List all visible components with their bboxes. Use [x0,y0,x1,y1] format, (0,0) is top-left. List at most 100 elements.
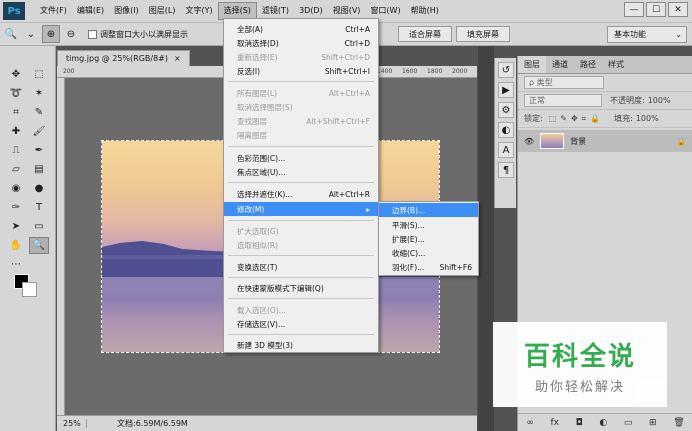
menu-edit[interactable]: 编辑(E) [72,2,109,20]
link-icon[interactable]: ∞ [526,418,534,428]
healing-brush-icon[interactable]: ✚ [6,123,26,140]
blend-mode-select[interactable]: 正常 [524,94,602,107]
menu-item-border[interactable]: 边界(B)... [379,203,478,217]
menu-item-all-layers[interactable]: 所有图层(L) Alt+Ctrl+A [224,86,378,100]
photoshop-window: Ps 文件(F) 编辑(E) 图像(I) 图层(L) 文字(Y) 选择(S) 滤… [0,0,692,431]
menu-item-find-layers[interactable]: 查找图层 Alt+Shift+Ctrl+F [224,114,378,128]
menu-type[interactable]: 文字(Y) [180,2,217,20]
zoom-in-icon[interactable]: ⊕ [42,25,60,43]
menu-item-grow[interactable]: 扩大选取(G) [224,224,378,238]
gradient-tool-icon[interactable]: ▤ [29,161,49,178]
menu-separator [228,146,374,147]
checkbox-box[interactable] [88,29,97,39]
resize-windows-checkbox[interactable]: 调整窗口大小以满屏显示 [88,29,188,40]
menu-item-load-selection[interactable]: 载入选区(O)... [224,303,378,317]
new-layer-icon[interactable]: ⊞ [649,418,657,428]
minimize-button[interactable]: — [624,2,644,17]
menu-item-select-all[interactable]: 全部(A) Ctrl+A [224,22,378,36]
zoom-tool-icon[interactable]: 🔍 [29,237,49,254]
hand-tool-icon[interactable]: ✋ [6,237,26,254]
menu-image[interactable]: 图像(I) [109,2,144,20]
crop-tool-icon[interactable]: ⌗ [6,104,26,121]
eyedropper-tool-icon[interactable]: ✎ [29,104,49,121]
paragraph-panel-icon[interactable]: ¶ [498,162,514,178]
fit-screen-button[interactable]: 适合屏幕 [398,26,452,42]
chevron-down-icon: ⌄ [675,30,682,39]
mask-icon[interactable]: ◘ [576,418,583,428]
fill-screen-button[interactable]: 填充屏幕 [456,26,510,42]
menu-item-color-range[interactable]: 色彩范围(C)... [224,151,378,165]
opacity-value[interactable]: 100% [648,96,671,105]
trash-icon[interactable]: 🗑 [673,418,684,428]
restore-button[interactable]: ☐ [646,2,666,17]
menu-item-deselect[interactable]: 取消选择(D) Ctrl+D [224,36,378,50]
close-button[interactable]: ✕ [668,2,688,17]
eraser-tool-icon[interactable]: ▱ [6,161,26,178]
menu-item-deselect-layers[interactable]: 取消选择图层(S) [224,100,378,114]
menu-item-contract[interactable]: 收缩(C)... [379,246,478,260]
zoom-level[interactable]: 25% [57,419,87,428]
menu-item-label: 羽化(F)... [392,262,425,272]
dropdown-arrow-icon[interactable]: ⌄ [22,25,40,43]
menu-layer[interactable]: 图层(L) [144,2,181,20]
tab-styles[interactable]: 样式 [602,56,630,73]
close-icon[interactable]: × [174,54,181,63]
menu-item-modify[interactable]: 修改(M) ▸ [224,202,378,216]
menu-item-new-3d-model[interactable]: 新建 3D 模型(3) [224,338,378,352]
modify-submenu: 边界(B)... 平滑(S)... 扩展(E)... 收缩(C)... 羽化(F… [378,201,479,276]
document-tab[interactable]: timg.jpg @ 25%(RGB/8#) × [57,50,190,66]
menu-item-label: 取消选择(D) [237,38,279,48]
menu-item-label: 扩展(E)... [392,234,425,244]
history-brush-icon[interactable]: ✒ [29,142,49,159]
tab-channels[interactable]: 通道 [546,56,574,73]
eye-icon[interactable]: 👁 [524,137,534,146]
background-color-swatch[interactable] [22,282,37,297]
marquee-tool-icon[interactable]: ⬚ [29,66,49,83]
blur-tool-icon[interactable]: ◉ [6,180,26,197]
path-select-icon[interactable]: ➤ [6,218,26,235]
menu-item-transform-selection[interactable]: 变换选区(T) [224,260,378,274]
menu-item-select-and-mask[interactable]: 选择并遮住(K)... Alt+Ctrl+R [224,187,378,201]
menu-item-save-selection[interactable]: 存储选区(V)... [224,317,378,331]
character-panel-icon[interactable]: A [498,142,514,158]
history-panel-icon[interactable]: ↺ [498,62,514,78]
menu-item-focus-area[interactable]: 焦点区域(U)... [224,165,378,179]
tab-layers[interactable]: 图层 [518,56,546,73]
fx-icon[interactable]: fx [550,418,559,428]
move-tool-icon[interactable]: ✥ [6,66,26,83]
type-tool-icon[interactable]: T [29,199,49,216]
group-icon[interactable]: ▭ [624,418,633,428]
menu-item-similar[interactable]: 选取相似(R) [224,238,378,252]
more-tools-icon[interactable]: ⋯ [6,256,26,273]
tab-paths[interactable]: 路径 [574,56,602,73]
menu-item-expand[interactable]: 扩展(E)... [379,232,478,246]
dodge-tool-icon[interactable]: ● [29,180,49,197]
menu-item-inverse[interactable]: 反选(I) Shift+Ctrl+I [224,64,378,78]
workspace-select[interactable]: 基本功能 ⌄ [607,26,687,43]
layer-row-background[interactable]: 👁 背景 🔒 [518,130,692,152]
adjustments-panel-icon[interactable]: ◐ [498,122,514,138]
zoom-out-icon[interactable]: ⊖ [62,25,80,43]
magic-wand-icon[interactable]: ✶ [29,85,49,102]
menu-help[interactable]: 帮助(H) [406,2,444,20]
menu-file[interactable]: 文件(F) [35,2,72,20]
menu-item-smooth[interactable]: 平滑(S)... [379,218,478,232]
menu-item-reselect[interactable]: 重新选择(E) Shift+Ctrl+D [224,50,378,64]
brush-tool-icon[interactable]: 🖌 [29,123,49,140]
fill-value[interactable]: 100% [636,114,659,123]
blend-row: 正常 不透明度: 100% [518,92,692,110]
menu-item-quick-mask[interactable]: 在快速蒙版模式下编辑(Q) [224,281,378,295]
menu-item-feather[interactable]: 羽化(F)... Shift+F6 [379,260,478,274]
lock-icons[interactable]: ⬚✎✥⌗🔒 [549,114,604,124]
shape-tool-icon[interactable]: ▭ [29,218,49,235]
clone-stamp-icon[interactable]: ⎍ [6,142,26,159]
zoom-tool-icon[interactable]: 🔍 [2,25,20,43]
actions-panel-icon[interactable]: ▶ [498,82,514,98]
lasso-tool-icon[interactable]: ➰ [6,85,26,102]
pen-tool-icon[interactable]: ✑ [6,199,26,216]
kind-filter-select[interactable]: ρ 类型 [524,76,604,89]
adjustment-layer-icon[interactable]: ◐ [599,418,607,428]
ruler-tick: 1400 [377,68,393,75]
menu-item-isolate-layers[interactable]: 隔离图层 [224,128,378,142]
properties-panel-icon[interactable]: ⚙ [498,102,514,118]
